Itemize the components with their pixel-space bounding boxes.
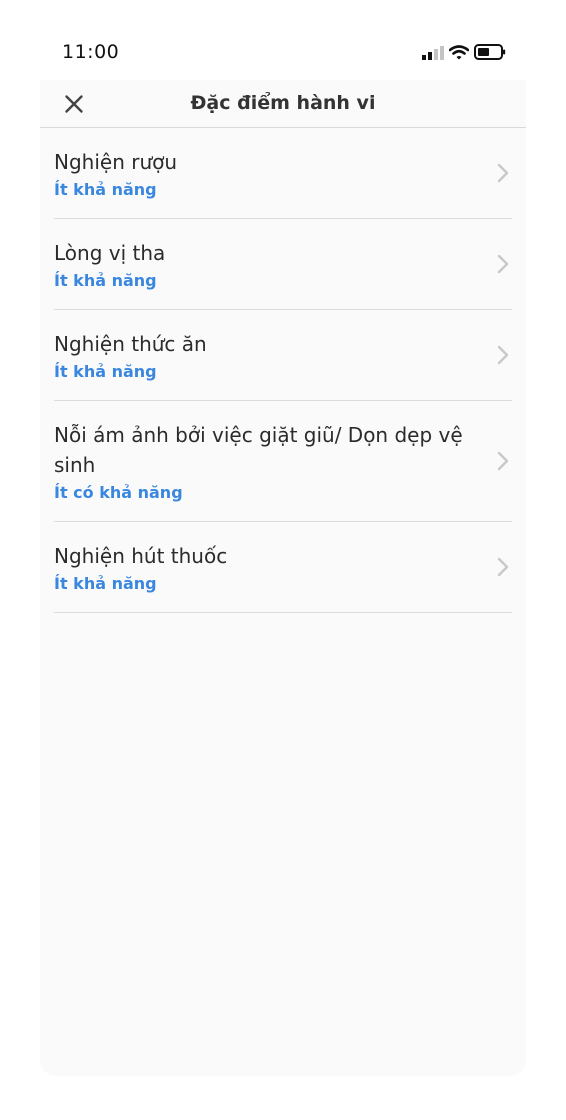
list-item-cleaning-obsession[interactable]: Nỗi ám ảnh bởi việc giặt giũ/ Dọn dẹp vệ… xyxy=(54,401,512,522)
chevron-right-icon xyxy=(497,345,509,365)
wifi-icon xyxy=(448,44,470,64)
list-item-likelihood: Ít khả năng xyxy=(54,271,157,290)
header: Đặc điểm hành vi xyxy=(40,80,526,128)
app-screen: 11:00 Đặc điểm hành vi Nghiện rượu Ít kh… xyxy=(0,0,566,1120)
list-item-likelihood: Ít khả năng xyxy=(54,574,157,593)
list-item-smoking-addiction[interactable]: Nghiện hút thuốc Ít khả năng xyxy=(54,522,512,613)
status-time: 11:00 xyxy=(62,41,120,63)
behavior-panel: Đặc điểm hành vi Nghiện rượu Ít khả năng… xyxy=(40,80,526,1076)
list-item-alcohol-addiction[interactable]: Nghiện rượu Ít khả năng xyxy=(54,128,512,219)
list-item-likelihood: Ít có khả năng xyxy=(54,483,183,502)
battery-icon xyxy=(474,44,506,64)
chevron-right-icon xyxy=(497,557,509,577)
list-item-title: Nghiện rượu xyxy=(54,150,178,174)
list-item-likelihood: Ít khả năng xyxy=(54,180,157,199)
list-item-title: Lòng vị tha xyxy=(54,241,166,265)
list-item-title: Nghiện thức ăn xyxy=(54,332,207,356)
list-item-likelihood: Ít khả năng xyxy=(54,362,157,381)
page-title: Đặc điểm hành vi xyxy=(190,92,376,114)
status-icons xyxy=(422,44,506,64)
list-item-title: Nghiện hút thuốc xyxy=(54,544,228,568)
list-item-altruism[interactable]: Lòng vị tha Ít khả năng xyxy=(54,219,512,310)
behavior-list: Nghiện rượu Ít khả năng Lòng vị tha Ít k… xyxy=(54,128,512,613)
status-bar: 11:00 xyxy=(40,30,526,80)
cellular-signal-icon xyxy=(422,45,444,64)
list-item-food-addiction[interactable]: Nghiện thức ăn Ít khả năng xyxy=(54,310,512,401)
chevron-right-icon xyxy=(497,451,509,471)
list-item-title: Nỗi ám ảnh bởi việc giặt giũ/ Dọn dẹp vệ… xyxy=(54,423,463,477)
chevron-right-icon xyxy=(497,254,509,274)
chevron-right-icon xyxy=(497,163,509,183)
